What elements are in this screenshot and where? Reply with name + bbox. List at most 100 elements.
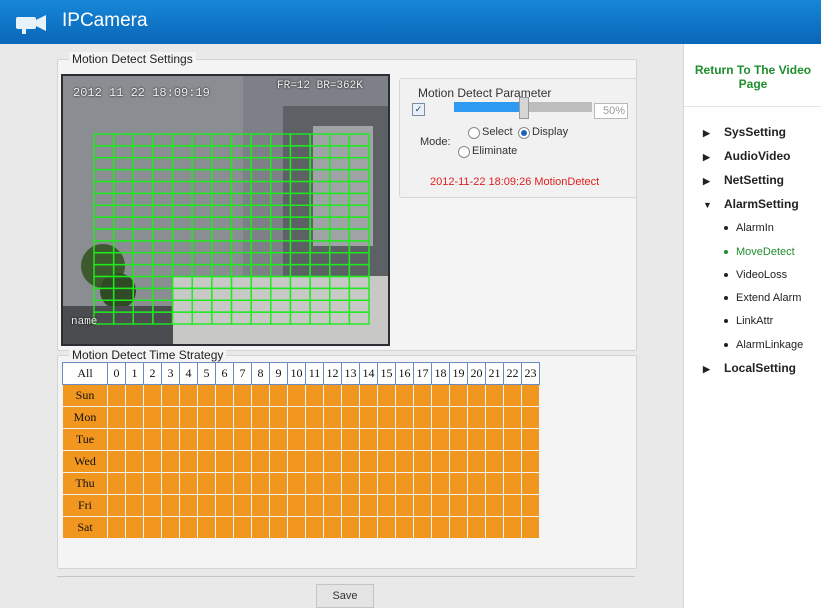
schedule-cell[interactable] — [395, 406, 414, 429]
sidebar-subitem-videoloss[interactable]: VideoLoss — [724, 269, 787, 281]
schedule-cell[interactable] — [107, 516, 126, 539]
schedule-cell[interactable] — [359, 384, 378, 407]
schedule-cell[interactable] — [413, 384, 432, 407]
sidebar-subitem-extend-alarm[interactable]: Extend Alarm — [724, 292, 801, 304]
schedule-cell[interactable] — [179, 472, 198, 495]
schedule-cell[interactable] — [341, 472, 360, 495]
schedule-cell[interactable] — [161, 428, 180, 451]
sidebar-item-localsetting[interactable]: ▶ LocalSetting — [703, 361, 796, 375]
schedule-cell[interactable] — [125, 494, 144, 517]
hour-header[interactable]: 12 — [323, 362, 342, 385]
schedule-cell[interactable] — [467, 384, 486, 407]
mode-display-radio[interactable] — [518, 127, 530, 139]
schedule-cell[interactable] — [233, 516, 252, 539]
schedule-cell[interactable] — [251, 472, 270, 495]
schedule-cell[interactable] — [179, 450, 198, 473]
schedule-cell[interactable] — [503, 428, 522, 451]
sidebar-subitem-linkattr[interactable]: LinkAttr — [724, 315, 773, 327]
schedule-cell[interactable] — [413, 516, 432, 539]
schedule-cell[interactable] — [305, 516, 324, 539]
schedule-cell[interactable] — [323, 406, 342, 429]
schedule-cell[interactable] — [161, 406, 180, 429]
schedule-cell[interactable] — [521, 428, 540, 451]
schedule-cell[interactable] — [197, 384, 216, 407]
schedule-cell[interactable] — [503, 406, 522, 429]
hour-header[interactable]: 14 — [359, 362, 378, 385]
schedule-cell[interactable] — [467, 406, 486, 429]
motion-enable-checkbox[interactable]: ✓ — [412, 103, 425, 116]
sidebar-item-netsetting[interactable]: ▶ NetSetting — [703, 173, 784, 187]
schedule-cell[interactable] — [323, 472, 342, 495]
schedule-cell[interactable] — [521, 472, 540, 495]
schedule-cell[interactable] — [485, 428, 504, 451]
schedule-cell[interactable] — [215, 384, 234, 407]
schedule-cell[interactable] — [485, 516, 504, 539]
sidebar-item-syssetting[interactable]: ▶ SysSetting — [703, 125, 786, 139]
hour-header[interactable]: 23 — [521, 362, 540, 385]
sidebar-item-audiovideo[interactable]: ▶ AudioVideo — [703, 149, 790, 163]
schedule-cell[interactable] — [503, 494, 522, 517]
schedule-cell[interactable] — [107, 406, 126, 429]
schedule-cell[interactable] — [449, 450, 468, 473]
schedule-cell[interactable] — [395, 384, 414, 407]
schedule-cell[interactable] — [125, 450, 144, 473]
schedule-cell[interactable] — [107, 428, 126, 451]
schedule-cell[interactable] — [233, 406, 252, 429]
schedule-cell[interactable] — [143, 428, 162, 451]
schedule-cell[interactable] — [413, 406, 432, 429]
schedule-cell[interactable] — [287, 516, 306, 539]
hour-header[interactable]: 19 — [449, 362, 468, 385]
schedule-cell[interactable] — [521, 450, 540, 473]
schedule-cell[interactable] — [287, 450, 306, 473]
schedule-cell[interactable] — [467, 472, 486, 495]
schedule-cell[interactable] — [179, 428, 198, 451]
schedule-cell[interactable] — [305, 384, 324, 407]
sensitivity-thumb[interactable] — [519, 97, 529, 119]
schedule-cell[interactable] — [287, 472, 306, 495]
schedule-cell[interactable] — [125, 472, 144, 495]
hour-header[interactable]: 13 — [341, 362, 360, 385]
schedule-cell[interactable] — [485, 450, 504, 473]
mode-select-radio[interactable] — [468, 127, 480, 139]
schedule-cell[interactable] — [215, 450, 234, 473]
schedule-cell[interactable] — [503, 450, 522, 473]
schedule-cell[interactable] — [341, 494, 360, 517]
schedule-cell[interactable] — [395, 472, 414, 495]
schedule-cell[interactable] — [197, 450, 216, 473]
schedule-cell[interactable] — [215, 428, 234, 451]
schedule-cell[interactable] — [215, 472, 234, 495]
schedule-cell[interactable] — [377, 472, 396, 495]
hour-header[interactable]: 9 — [269, 362, 288, 385]
schedule-cell[interactable] — [143, 450, 162, 473]
schedule-cell[interactable] — [107, 384, 126, 407]
hour-header[interactable]: 4 — [179, 362, 198, 385]
schedule-cell[interactable] — [431, 384, 450, 407]
sidebar-item-alarmsetting[interactable]: ▼ AlarmSetting — [703, 197, 799, 211]
schedule-cell[interactable] — [413, 428, 432, 451]
schedule-cell[interactable] — [305, 428, 324, 451]
schedule-cell[interactable] — [161, 516, 180, 539]
schedule-cell[interactable] — [251, 516, 270, 539]
schedule-cell[interactable] — [143, 384, 162, 407]
schedule-cell[interactable] — [251, 428, 270, 451]
schedule-cell[interactable] — [179, 494, 198, 517]
schedule-cell[interactable] — [467, 494, 486, 517]
schedule-cell[interactable] — [287, 384, 306, 407]
schedule-cell[interactable] — [359, 516, 378, 539]
schedule-cell[interactable] — [341, 428, 360, 451]
schedule-cell[interactable] — [125, 384, 144, 407]
schedule-cell[interactable] — [197, 494, 216, 517]
schedule-cell[interactable] — [431, 516, 450, 539]
schedule-cell[interactable] — [233, 450, 252, 473]
schedule-cell[interactable] — [197, 406, 216, 429]
schedule-cell[interactable] — [233, 428, 252, 451]
schedule-cell[interactable] — [431, 428, 450, 451]
schedule-cell[interactable] — [449, 428, 468, 451]
schedule-cell[interactable] — [125, 428, 144, 451]
schedule-cell[interactable] — [161, 450, 180, 473]
hour-header[interactable]: 7 — [233, 362, 252, 385]
schedule-cell[interactable] — [521, 494, 540, 517]
sidebar-subitem-alarmin[interactable]: AlarmIn — [724, 222, 774, 234]
schedule-cell[interactable] — [413, 472, 432, 495]
schedule-cell[interactable] — [251, 450, 270, 473]
